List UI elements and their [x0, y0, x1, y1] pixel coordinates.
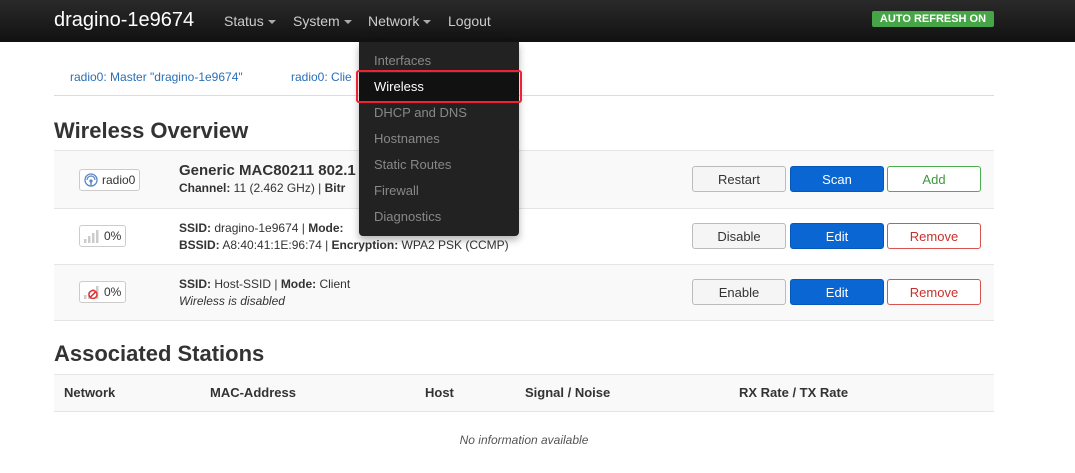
wireless-overview-title: Wireless Overview	[54, 118, 249, 143]
col-signal-noise: Signal / Noise	[525, 385, 611, 400]
no-info-message: No information available	[459, 433, 589, 447]
network-row: 0% SSID: dragino-1e9674 | Mode: BSSID: A…	[54, 208, 994, 264]
caret-down-icon	[423, 20, 432, 25]
col-rx-tx-rate: RX Rate / TX Rate	[739, 385, 849, 400]
radio-badge: radio0	[79, 169, 141, 191]
enable-button[interactable]: Enable	[692, 279, 786, 305]
encryption-value: WPA2 PSK (CCMP)	[398, 238, 509, 252]
bitrate-label: Bitr	[324, 181, 346, 195]
auto-refresh-toggle[interactable]: AUTO REFRESH ON	[872, 11, 994, 27]
radio-badge-label: radio0	[102, 173, 136, 187]
tab-radio0-client[interactable]: radio0: Clie	[291, 70, 352, 84]
wifi-radio-icon	[84, 173, 98, 187]
channel-label: Channel:	[179, 181, 231, 195]
bssid-value: A8:40:41:1E:96:74 |	[219, 238, 332, 252]
ssid-label: SSID:	[179, 277, 212, 291]
caret-down-icon	[343, 20, 352, 25]
associated-stations-title: Associated Stations	[54, 341, 265, 366]
nav-system-label: System	[293, 13, 340, 29]
signal-value: 0%	[104, 285, 122, 299]
add-button[interactable]: Add	[887, 166, 981, 192]
menu-item-hostnames[interactable]: Hostnames	[374, 131, 440, 146]
network-status: Wireless is disabled	[179, 294, 285, 308]
mode-label: Mode:	[280, 277, 317, 291]
edit-button[interactable]: Edit	[790, 223, 884, 249]
nav-network-label: Network	[368, 13, 420, 29]
col-network: Network	[64, 385, 116, 400]
signal-badge: 0%	[79, 281, 127, 303]
nav-network[interactable]: Network	[368, 13, 432, 29]
col-mac-address: MAC-Address	[210, 385, 296, 400]
highlight-annotation-box	[356, 70, 522, 103]
channel-value: 11 (2.462 GHz) |	[230, 181, 325, 195]
signal-value: 0%	[104, 229, 122, 243]
nav-status-label: Status	[224, 13, 264, 29]
restart-button[interactable]: Restart	[692, 166, 786, 192]
network-info: SSID: Host-SSID | Mode: Client Wireless …	[179, 276, 350, 310]
remove-button[interactable]: Remove	[887, 279, 981, 305]
tabs-divider	[54, 95, 994, 96]
caret-down-icon	[267, 20, 276, 25]
ssid-label: SSID:	[179, 221, 212, 235]
nav-logout[interactable]: Logout	[448, 13, 491, 29]
menu-item-diagnostics[interactable]: Diagnostics	[374, 209, 441, 224]
menu-item-firewall[interactable]: Firewall	[374, 183, 419, 198]
remove-button[interactable]: Remove	[887, 223, 981, 249]
top-navbar: dragino-1e9674 Status System Network Log…	[0, 0, 1075, 42]
col-host: Host	[425, 385, 454, 400]
tab-radio0-master[interactable]: radio0: Master "dragino-1e9674"	[70, 70, 243, 84]
radio-info: Generic MAC80211 802.1 Channel: 11 (2.46…	[179, 162, 356, 195]
signal-badge: 0%	[79, 225, 127, 247]
radio-name: Generic MAC80211 802.1	[179, 162, 356, 179]
mode-label: Mode:	[308, 221, 344, 235]
nav-system[interactable]: System	[293, 13, 352, 29]
menu-item-static-routes[interactable]: Static Routes	[374, 157, 451, 172]
signal-disabled-icon	[84, 286, 99, 299]
mode-value: Client	[316, 277, 351, 291]
menu-item-dhcp-dns[interactable]: DHCP and DNS	[374, 105, 467, 120]
disable-button[interactable]: Disable	[692, 223, 786, 249]
menu-item-interfaces[interactable]: Interfaces	[374, 53, 431, 68]
radio-row: radio0 Generic MAC80211 802.1 Channel: 1…	[54, 150, 994, 208]
encryption-label: Encryption:	[331, 238, 399, 252]
nav-status[interactable]: Status	[224, 13, 276, 29]
edit-button[interactable]: Edit	[790, 279, 884, 305]
scan-button[interactable]: Scan	[790, 166, 884, 192]
bssid-label: BSSID:	[179, 238, 220, 252]
ssid-value: dragino-1e9674 |	[211, 221, 309, 235]
stations-table-header: Network MAC-Address Host Signal / Noise …	[54, 374, 994, 412]
signal-strength-icon	[84, 230, 99, 243]
ssid-value: Host-SSID |	[211, 277, 281, 291]
brand-link[interactable]: dragino-1e9674	[54, 9, 194, 32]
network-row: 0% SSID: Host-SSID | Mode: Client Wirele…	[54, 264, 994, 321]
